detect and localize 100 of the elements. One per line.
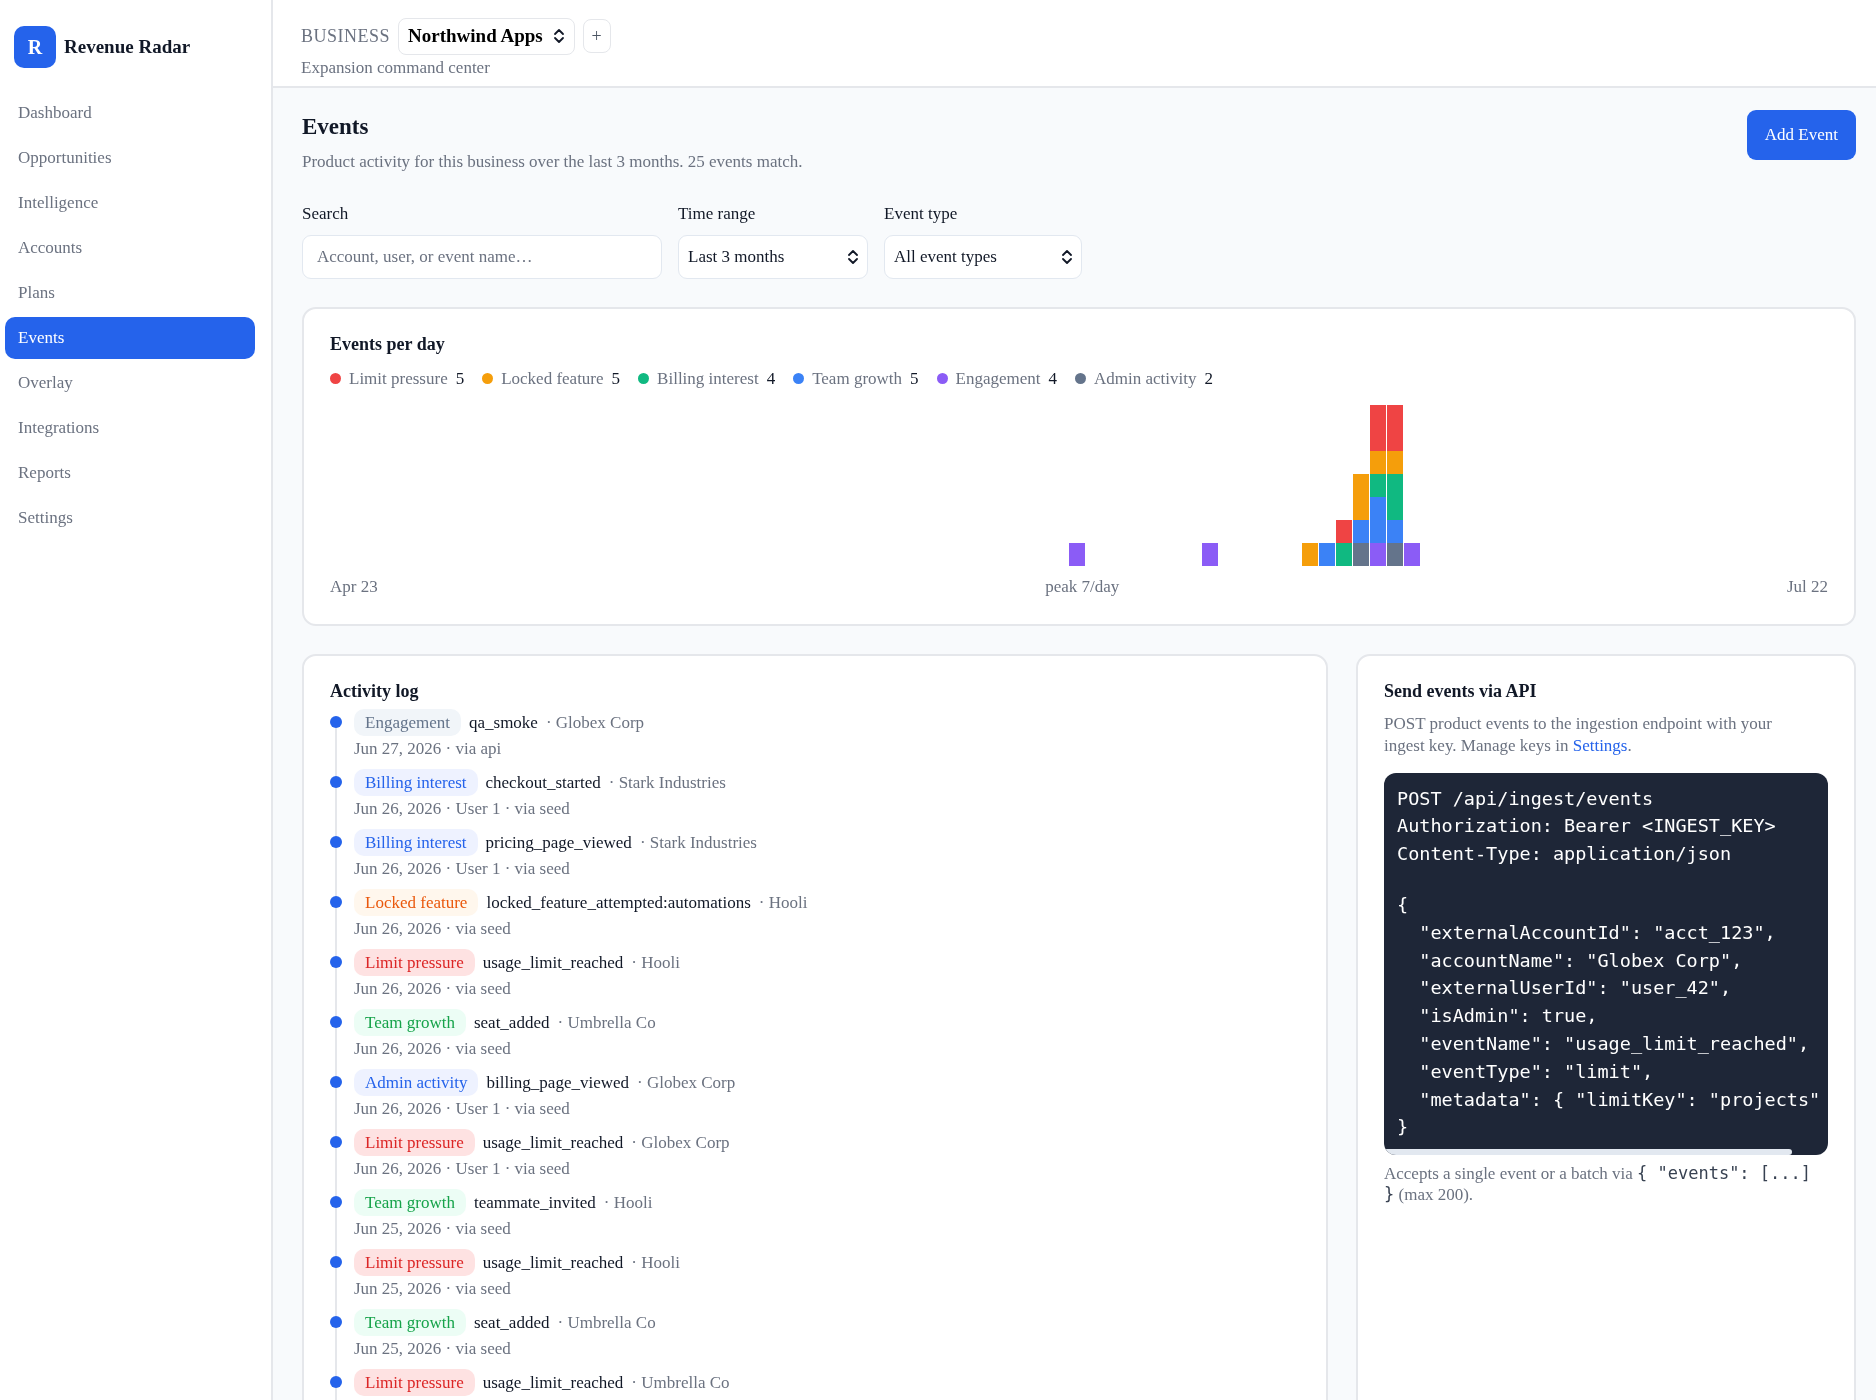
event-tag: Limit pressure: [354, 948, 475, 977]
nav-item[interactable]: Dashboard: [5, 92, 255, 134]
nav-item[interactable]: Accounts: [5, 227, 255, 269]
event-tag: Team growth: [354, 1188, 466, 1217]
add-event-button[interactable]: Add Event: [1746, 110, 1856, 160]
event-name: qa_smoke: [468, 711, 538, 734]
business-select[interactable]: Northwind Apps: [398, 18, 575, 55]
account-name: · Hooli: [631, 1251, 680, 1274]
event-name: seat_added: [473, 1311, 550, 1334]
legend-label: Billing interest: [657, 367, 759, 390]
account-name: · Stark Industries: [639, 831, 757, 854]
field-label: Search: [302, 203, 350, 226]
legend-count: 4: [766, 367, 776, 390]
account-name: · Globex Corp: [631, 1131, 730, 1154]
nav-item[interactable]: Events: [5, 317, 255, 359]
account-name: · Umbrella Co: [557, 1311, 656, 1334]
timeline-dot: [330, 1015, 342, 1028]
event-tag: Locked feature: [354, 888, 479, 917]
timeline-dot: [330, 1135, 342, 1148]
event-tag: Limit pressure: [354, 1368, 475, 1397]
event-meta: Jun 26, 2026 · via seed: [354, 918, 512, 941]
timeline-dot: [330, 835, 342, 848]
timeline-dot: [330, 715, 342, 728]
event-type-select[interactable]: All event types: [884, 234, 1082, 279]
event-tag: Team growth: [354, 1008, 466, 1037]
account-name: · Hooli: [631, 951, 680, 974]
nav-item[interactable]: Plans: [5, 272, 255, 314]
event-name: usage_limit_reached: [482, 1131, 624, 1154]
nav-item[interactable]: Reports: [5, 452, 255, 494]
header-subtitle: Expansion command center: [301, 56, 491, 79]
api-note: Accepts a single event or a batch via { "events": [...] } (max 200).: [1384, 1163, 1812, 1206]
chevron-updown-icon: [1061, 248, 1073, 265]
event-meta: Jun 26, 2026 · User 1 · via seed: [354, 858, 571, 881]
nav-item[interactable]: Settings: [5, 497, 255, 539]
account-name: · Globex Corp: [545, 711, 645, 734]
time-range-select[interactable]: Last 3 months: [678, 234, 868, 279]
timeline-dot: [330, 1255, 342, 1268]
legend-label: Admin activity: [1094, 367, 1197, 390]
logo: R: [14, 26, 56, 68]
timeline-dot: [330, 1315, 342, 1328]
nav-item[interactable]: Integrations: [5, 407, 255, 449]
chart-title: Events per day: [330, 332, 446, 356]
event-meta: Jun 26, 2026 · via seed: [354, 978, 512, 1001]
event-meta: Jun 26, 2026 · User 1 · via seed: [354, 1158, 571, 1181]
card-title: Activity log: [330, 679, 420, 703]
api-description: POST product events to the ingestion endpoint with your ingest key. Manage keys in Settings.: [1384, 712, 1773, 757]
legend-label: Locked feature: [501, 367, 604, 390]
legend-count: 5: [611, 367, 621, 390]
business-label: BUSINESS: [301, 24, 391, 48]
axis-label: Jul 22: [1786, 576, 1828, 599]
timeline-dot: [330, 955, 342, 968]
event-name: checkout_started: [485, 771, 601, 794]
event-tag: Billing interest: [354, 768, 478, 797]
legend-count: 4: [1048, 367, 1058, 390]
page-subtitle: Product activity for this business over the last 3 months. 25 events match.: [302, 150, 803, 173]
search-field[interactable]: Account, user, or event name…: [302, 234, 662, 279]
event-name: usage_limit_reached: [482, 951, 624, 974]
event-name: seat_added: [473, 1011, 550, 1034]
add-business-button[interactable]: +: [582, 19, 611, 54]
nav-item[interactable]: Overlay: [5, 362, 255, 404]
account-name: · Globex Corp: [637, 1071, 736, 1094]
event-name: usage_limit_reached: [482, 1371, 624, 1394]
account-name: · Stark Industries: [608, 771, 726, 794]
event-meta: Jun 25, 2026 · via seed: [354, 1218, 512, 1241]
event-meta: Jun 27, 2026 · via api: [354, 738, 503, 761]
timeline-dot: [330, 895, 342, 908]
event-tag: Admin activity: [354, 1068, 479, 1097]
event-meta: Jun 26, 2026 · User 1 · via seed: [354, 798, 571, 821]
nav-item[interactable]: Opportunities: [5, 137, 255, 179]
event-tag: Billing interest: [354, 828, 478, 857]
event-meta: Jun 25, 2026 · via seed: [354, 1338, 512, 1361]
legend-count: 5: [455, 367, 465, 390]
event-name: usage_limit_reached: [482, 1251, 624, 1274]
legend-count: 2: [1204, 367, 1213, 390]
code-headers: POST /api/ingest/events Authorization: Bearer <INGEST_KEY> Content-Type: application/json: [1397, 786, 1777, 867]
legend-count: 5: [910, 367, 919, 390]
field-label: Event type: [884, 203, 959, 226]
event-meta: Jun 25, 2026 · via seed: [354, 1278, 512, 1301]
card-title: Send events via API: [1384, 679, 1538, 703]
event-tag: Engagement: [354, 708, 461, 737]
account-name: · Umbrella Co: [557, 1011, 656, 1034]
scrollbar[interactable]: [1384, 1149, 1793, 1156]
legend-label: Team growth: [812, 367, 903, 390]
brand-name: Revenue Radar: [64, 34, 191, 59]
event-tag: Limit pressure: [354, 1248, 475, 1277]
event-meta: Jun 26, 2026 · User 1 · via seed: [354, 1098, 571, 1121]
account-name: · Umbrella Co: [631, 1371, 730, 1394]
event-name: pricing_page_viewed: [485, 831, 632, 854]
axis-label: Apr 23: [330, 576, 378, 599]
event-name: locked_feature_attempted:automations: [486, 891, 751, 914]
settings-link[interactable]: Settings: [1572, 735, 1628, 755]
legend-label: Engagement: [955, 367, 1041, 390]
code-body: { "externalAccountId": "acct_123", "accountName": "Globex Corp", "externalUserId": "user_42", "isAdmin": true, "eventName": "usage_limit_reached", "eventType": "limit", "metadata": { "limitKey": "projects" }: [1397, 893, 1822, 1140]
page-title: Events: [302, 113, 370, 141]
nav-item[interactable]: Intelligence: [5, 182, 255, 224]
event-name: billing_page_viewed: [486, 1071, 630, 1094]
chevron-updown-icon: [552, 28, 565, 45]
event-tag: Team growth: [354, 1308, 466, 1337]
event-name: teammate_invited: [473, 1191, 596, 1214]
legend-label: Limit pressure: [349, 367, 448, 390]
